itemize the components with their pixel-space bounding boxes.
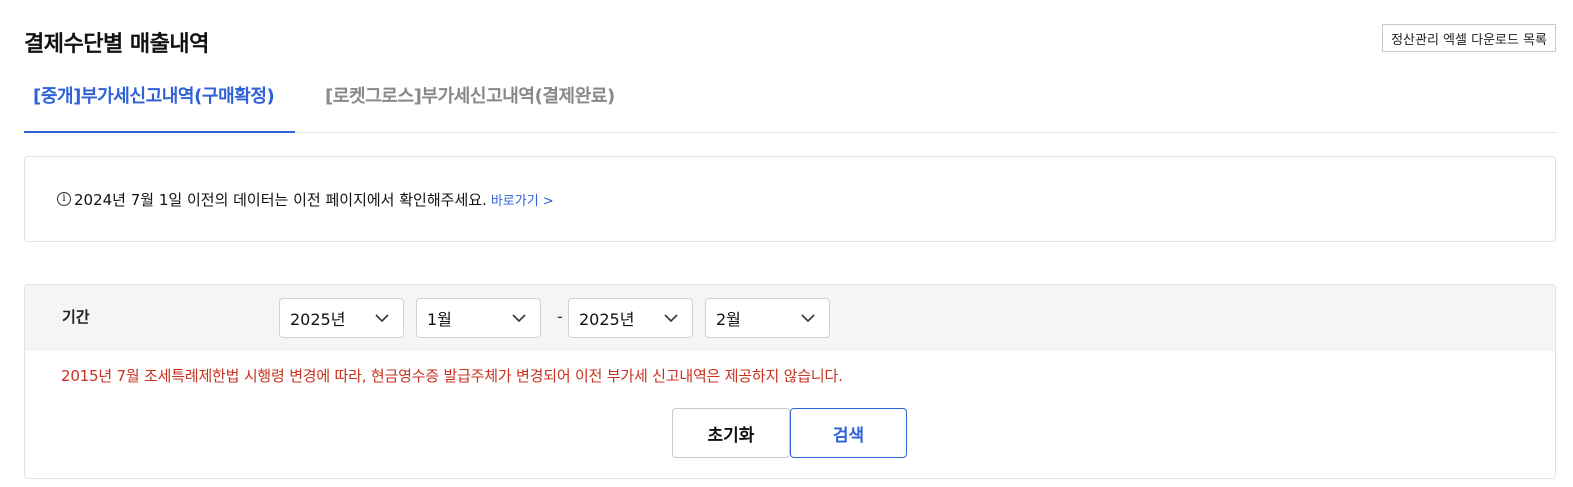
start-year-select[interactable]: 2025년 xyxy=(279,298,404,338)
excel-download-list-button[interactable]: 정산관리 엑셀 다운로드 목록 xyxy=(1382,24,1556,52)
range-separator: - xyxy=(557,307,563,326)
notice-shortcut-link[interactable]: 바로가기 > xyxy=(491,190,554,209)
search-panel: 기간 2025년 1월 - 2025년 2월 2015년 7월 조세특례제한법 … xyxy=(24,284,1556,479)
page-title: 결제수단별 매출내역 xyxy=(24,32,209,57)
period-label: 기간 xyxy=(62,308,90,326)
policy-warning-text: 2015년 7월 조세특례제한법 시행령 변경에 따라, 현금영수증 발급주체가… xyxy=(61,367,843,385)
start-month-value: 1월 xyxy=(427,310,452,329)
end-month-value: 2월 xyxy=(716,310,741,329)
page: 결제수단별 매출내역 정산관리 엑셀 다운로드 목록 [중개]부가세신고내역(구… xyxy=(0,0,1573,487)
start-year-value: 2025년 xyxy=(290,310,346,329)
info-circle-icon: i xyxy=(57,192,71,206)
start-month-select[interactable]: 1월 xyxy=(416,298,541,338)
chevron-down-icon xyxy=(664,314,678,323)
chevron-down-icon xyxy=(801,314,815,323)
tab-rocket-growth-vat[interactable]: [로켓그로스]부가세신고내역(결제완료) xyxy=(316,70,625,133)
end-month-select[interactable]: 2월 xyxy=(705,298,830,338)
chevron-down-icon xyxy=(375,314,389,323)
notice-box: i 2024년 7월 1일 이전의 데이터는 이전 페이지에서 확인해주세요. … xyxy=(24,156,1556,242)
notice-text: 2024년 7월 1일 이전의 데이터는 이전 페이지에서 확인해주세요. xyxy=(74,190,487,209)
end-year-select[interactable]: 2025년 xyxy=(568,298,693,338)
reset-button[interactable]: 초기화 xyxy=(672,408,790,458)
end-year-value: 2025년 xyxy=(579,310,635,329)
tab-bar: [중개]부가세신고내역(구매확정) [로켓그로스]부가세신고내역(결제완료) xyxy=(24,70,1556,133)
period-filter-row: 기간 2025년 1월 - 2025년 2월 xyxy=(25,285,1555,351)
search-button[interactable]: 검색 xyxy=(790,408,907,458)
chevron-down-icon xyxy=(512,314,526,323)
tab-brokerage-vat[interactable]: [중개]부가세신고내역(구매확정) xyxy=(24,70,295,133)
